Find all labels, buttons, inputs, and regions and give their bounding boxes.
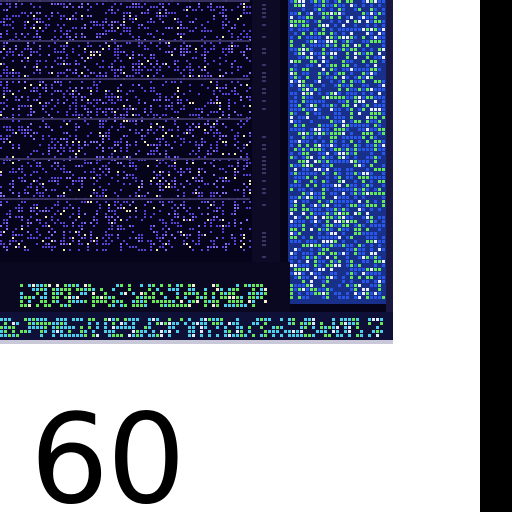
- right-edge-bar: [480, 0, 512, 512]
- die-micrograph: [0, 0, 393, 344]
- chip-die-photo: [0, 0, 393, 344]
- figure-number: 60: [30, 388, 186, 532]
